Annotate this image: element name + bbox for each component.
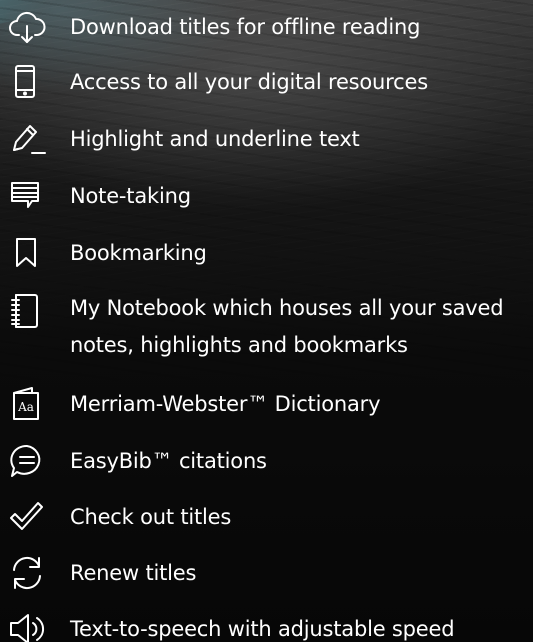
feature-label-note: Note-taking xyxy=(70,184,191,208)
bookmark-icon xyxy=(8,234,46,272)
feature-label-access: Access to all your digital resources xyxy=(70,70,428,94)
svg-text:Aa: Aa xyxy=(17,400,34,414)
mobile-device-icon xyxy=(8,63,46,101)
speaker-volume-icon xyxy=(8,610,46,642)
checkmark-icon xyxy=(8,498,46,536)
feature-label-download: Download titles for offline reading xyxy=(70,15,421,39)
feature-label-checkout: Check out titles xyxy=(70,505,232,529)
highlighter-pen-icon xyxy=(8,120,46,158)
feature-label-bookmark: Bookmarking xyxy=(70,241,207,265)
feature-label-notebook: My Notebook which houses all your saved … xyxy=(70,296,504,357)
cloud-download-icon xyxy=(8,8,46,46)
note-icon xyxy=(8,177,46,215)
feature-label-highlight: Highlight and underline text xyxy=(70,127,360,151)
citation-speech-bubble-icon xyxy=(8,442,46,480)
feature-label-tts: Text-to-speech with adjustable speed xyxy=(70,617,455,641)
dictionary-icon: Aa xyxy=(8,385,46,423)
feature-label-citations: EasyBib™ citations xyxy=(70,449,267,473)
renew-arrows-icon xyxy=(8,554,46,592)
notebook-icon xyxy=(8,292,46,330)
feature-label-dictionary: Merriam-Webster™ Dictionary xyxy=(70,392,381,416)
feature-label-renew: Renew titles xyxy=(70,561,197,585)
